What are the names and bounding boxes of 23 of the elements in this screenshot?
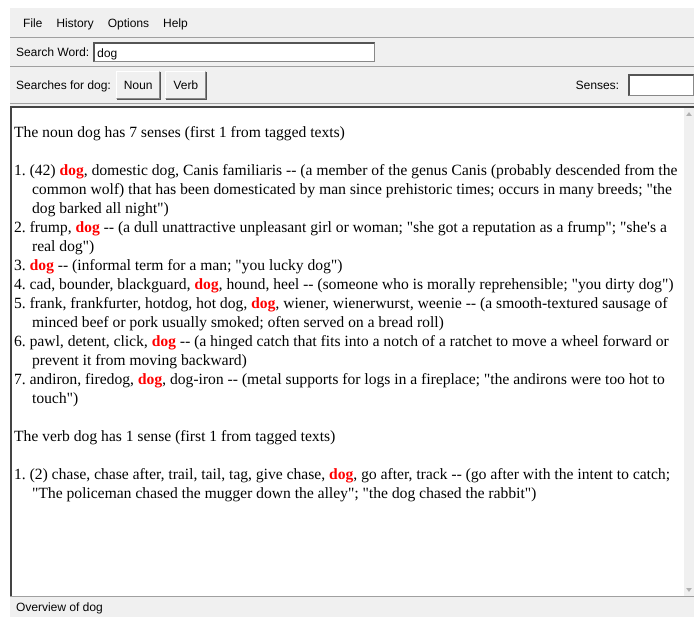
status-text: Overview of dog: [16, 600, 103, 614]
menu-item[interactable]: Options: [100, 16, 156, 30]
sense-entry: 4. cad, bounder, blackguard, dog, hound, heel -- (someone who is morally reprehensible; "you dirty dog"): [14, 275, 675, 294]
search-word-label: Search Word:: [16, 45, 90, 59]
searches-label: Searches for dog:: [16, 78, 111, 92]
section-heading: The verb dog has 1 sense (first 1 from tagged texts): [14, 427, 336, 446]
sense-entry: 6. pawl, detent, click, dog -- (a hinged catch that fits into a notch of a ratchet to move a wheel forward or prevent it from moving backward): [14, 332, 670, 370]
sense-entry: 2. frump, dog -- (a dull unattractive unpleasant girl or woman; "she got a reputation as a frump"; "she's a real dog"): [14, 218, 668, 256]
part-of-speech-button[interactable]: Noun: [116, 71, 160, 99]
menu-item[interactable]: Help: [156, 16, 195, 30]
senses-label: Senses:: [576, 78, 619, 92]
section-heading: The noun dog has 7 senses (first 1 from tagged texts): [14, 123, 346, 142]
senses-field[interactable]: [628, 74, 694, 96]
sense-entry: 3. dog -- (informal term for a man; "you lucky dog"): [14, 256, 344, 275]
sense-entry: 5. frank, frankfurter, hotdog, hot dog, dog, wiener, wienerwurst, weenie -- (a smooth-textured sausage of minced beef or pork usually smoked; often served on a bread roll): [14, 294, 669, 332]
menu-item[interactable]: History: [49, 16, 101, 30]
menu-item[interactable]: File: [16, 16, 50, 30]
sense-entry: 1. (42) dog, domestic dog, Canis familiaris -- (a member of the genus Canis (probably descended from the common wolf) that has been domesticated by man since prehistoric times; occurs in many breeds; "the dog barked all night"): [14, 161, 678, 218]
sense-entry: 1. (2) chase, chase after, trail, tail, tag, give chase, dog, go after, track -- (go after with the intent to catch; "The policeman chased the mugger down the alley"; "the dog chased the rabbit"): [14, 465, 672, 503]
part-of-speech-button[interactable]: Verb: [165, 71, 206, 99]
search-field[interactable]: dog: [93, 42, 376, 62]
sense-entry: 7. andiron, firedog, dog, dog-iron -- (metal supports for logs in a fireplace; "the andirons were too hot to touch"): [14, 370, 666, 408]
scrollbar[interactable]: [684, 108, 694, 596]
